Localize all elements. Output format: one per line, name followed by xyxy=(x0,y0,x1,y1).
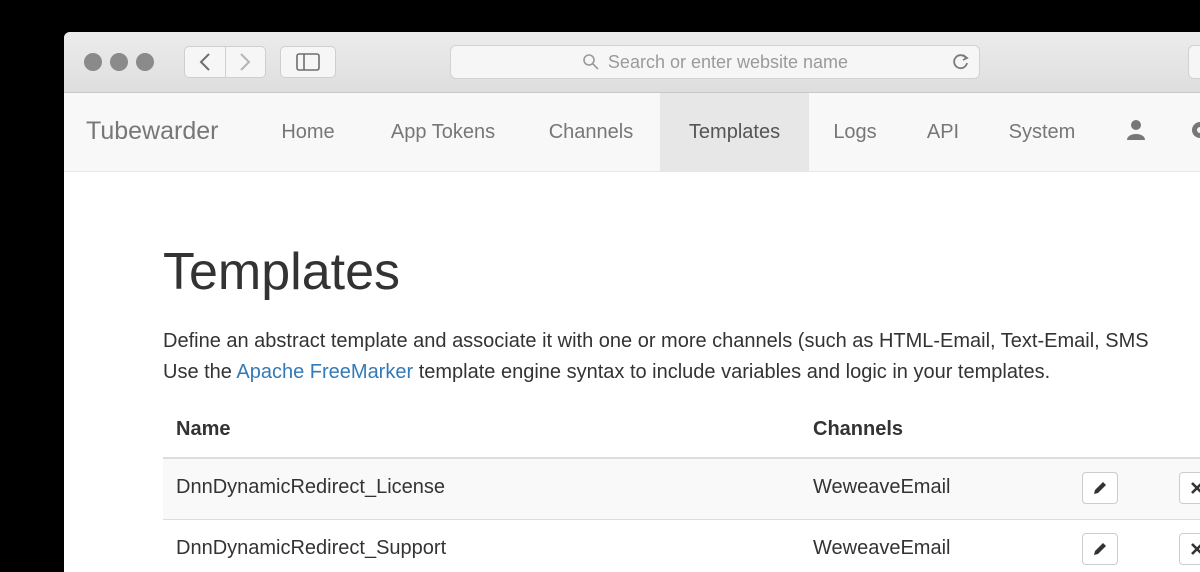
pencil-icon xyxy=(1094,482,1106,494)
close-window-button[interactable] xyxy=(84,53,102,71)
minimize-window-button[interactable] xyxy=(110,53,128,71)
column-header-channels: Channels xyxy=(813,418,904,440)
sidebar-toggle-button[interactable] xyxy=(280,46,336,78)
user-icon[interactable] xyxy=(1126,119,1146,141)
zoom-window-button[interactable] xyxy=(136,53,154,71)
description-line-2: Use the Apache FreeMarker template engin… xyxy=(163,361,1051,383)
close-icon xyxy=(1191,543,1200,555)
nav-channels[interactable]: Channels xyxy=(526,93,656,171)
nav-logs[interactable]: Logs xyxy=(812,93,898,171)
template-name[interactable]: DnnDynamicRedirect_Support xyxy=(176,537,446,560)
back-button[interactable] xyxy=(185,46,225,78)
template-name[interactable]: DnnDynamicRedirect_License xyxy=(176,476,445,499)
browser-toolbar: Search or enter website name xyxy=(64,32,1200,93)
address-bar[interactable]: Search or enter website name xyxy=(450,45,980,79)
forward-button[interactable] xyxy=(225,46,265,78)
share-button[interactable] xyxy=(1188,45,1200,79)
nav-home[interactable]: Home xyxy=(260,93,356,171)
page-description: Define an abstract template and associat… xyxy=(163,326,1149,388)
page-title: Templates xyxy=(163,243,400,301)
edit-button[interactable] xyxy=(1082,472,1118,504)
nav-system[interactable]: System xyxy=(986,93,1098,171)
app-navbar: Tubewarder Home App Tokens Channels Temp… xyxy=(64,93,1200,172)
column-header-name: Name xyxy=(176,418,231,440)
delete-button[interactable] xyxy=(1179,533,1200,565)
reload-icon[interactable] xyxy=(951,52,971,72)
nav-templates[interactable]: Templates xyxy=(660,93,809,171)
browser-window: Search or enter website name Tubewarder … xyxy=(64,32,1200,572)
address-placeholder: Search or enter website name xyxy=(607,51,849,72)
pencil-icon xyxy=(1094,543,1106,555)
chevron-left-icon xyxy=(199,53,210,71)
freemarker-link[interactable]: Apache FreeMarker xyxy=(236,361,413,383)
nav-arrows xyxy=(184,46,266,78)
delete-button[interactable] xyxy=(1179,472,1200,504)
nav-app-tokens[interactable]: App Tokens xyxy=(366,93,520,171)
brand-logo[interactable]: Tubewarder xyxy=(86,117,218,146)
description-line-1: Define an abstract template and associat… xyxy=(163,330,1149,352)
table-row: DnnDynamicRedirect_Support WeweaveEmail xyxy=(163,520,1200,572)
edit-button[interactable] xyxy=(1082,533,1118,565)
sidebar-icon xyxy=(296,53,320,71)
nav-api[interactable]: API xyxy=(906,93,980,171)
template-channels: WeweaveEmail xyxy=(813,476,951,498)
gear-icon[interactable] xyxy=(1190,119,1200,141)
table-row: DnnDynamicRedirect_License WeweaveEmail xyxy=(163,459,1200,520)
search-icon xyxy=(583,54,599,70)
close-icon xyxy=(1191,482,1200,494)
template-channels: WeweaveEmail xyxy=(813,537,951,559)
chevron-right-icon xyxy=(240,53,251,71)
